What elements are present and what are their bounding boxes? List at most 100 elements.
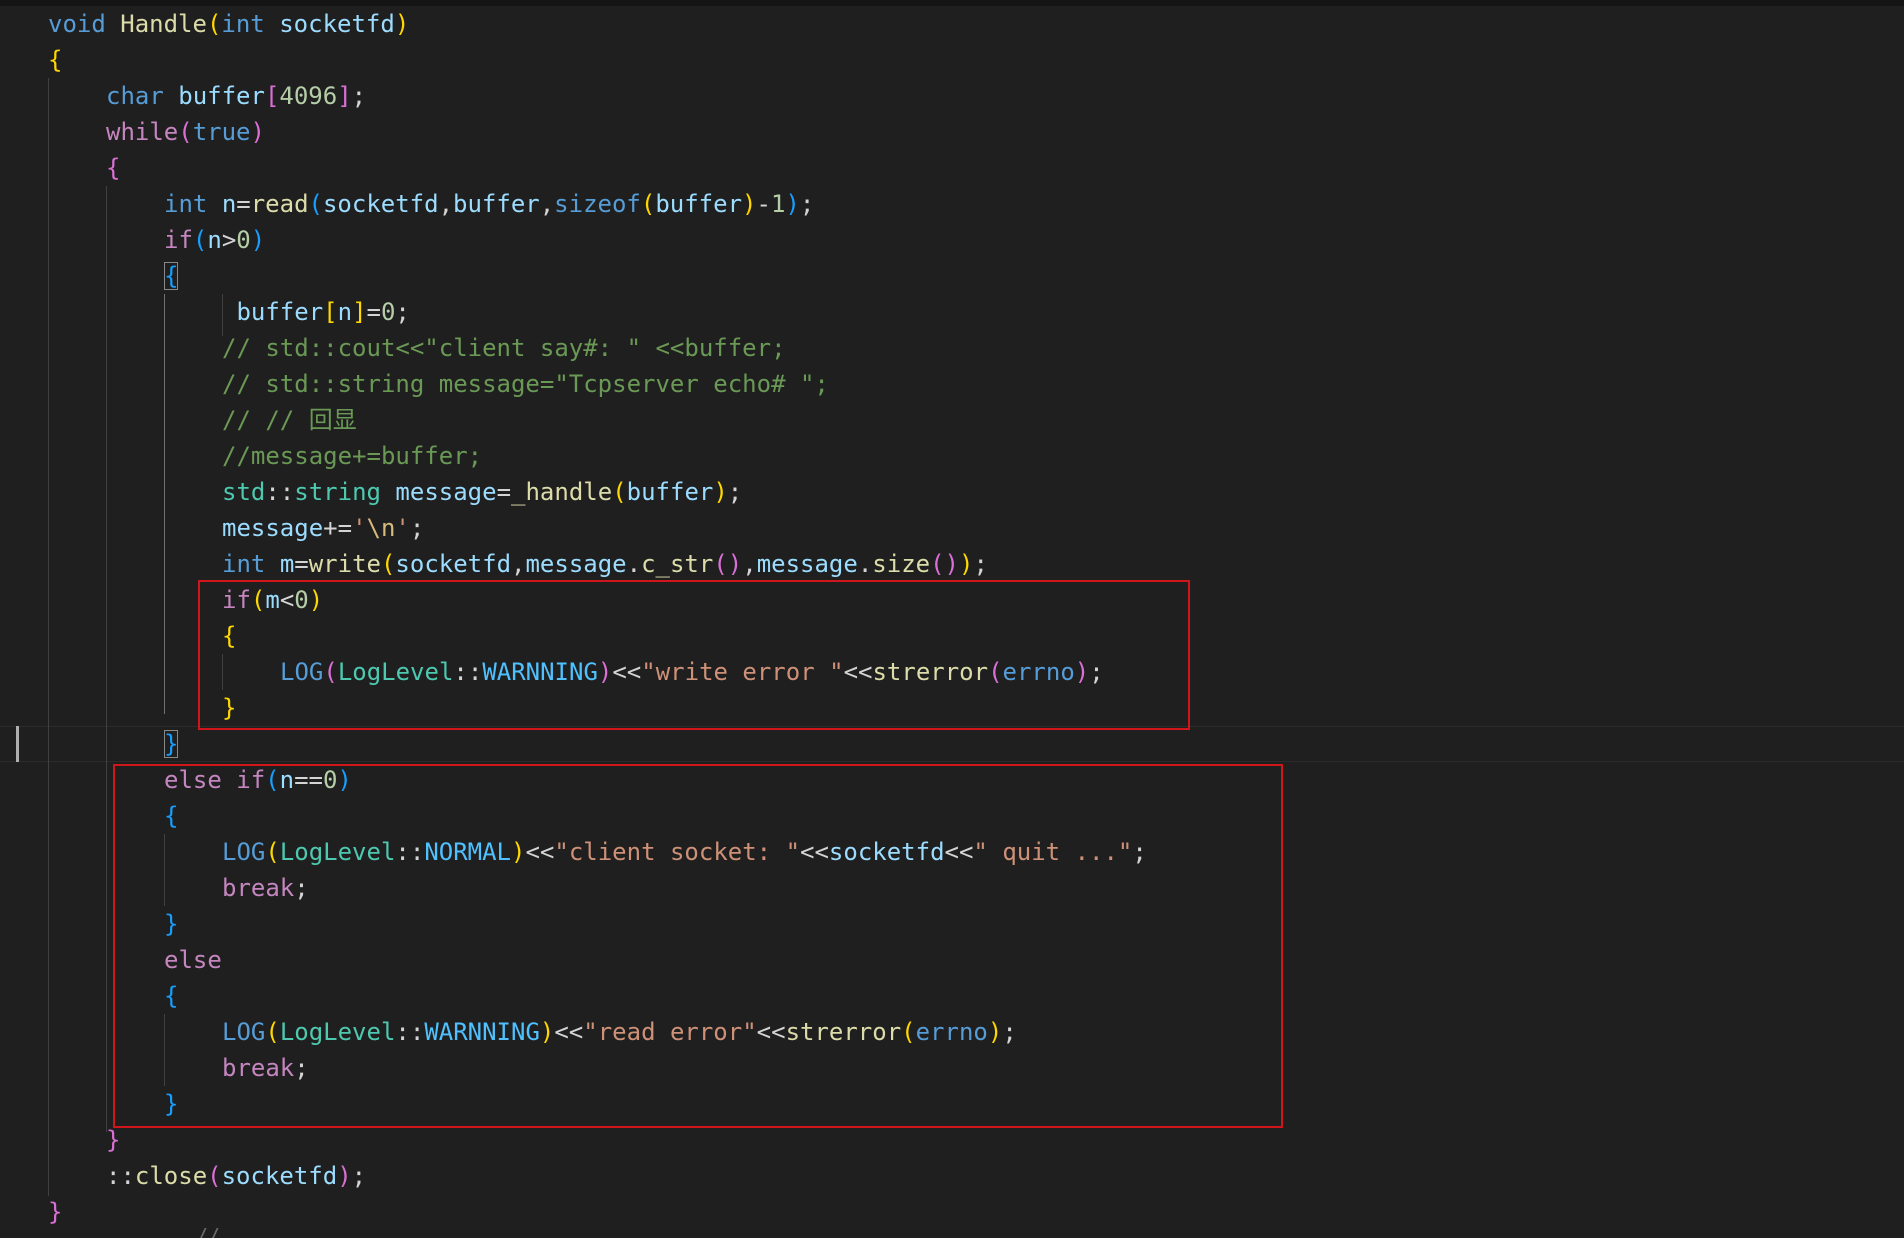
code-token: WARNNING — [482, 658, 598, 686]
code-token: ; — [351, 82, 367, 110]
code-token: LogLevel — [279, 1018, 396, 1046]
code-token: "read error" — [583, 1018, 757, 1046]
partial-next-line: // — [196, 1226, 221, 1238]
code-line[interactable]: char buffer[4096]; — [106, 78, 366, 114]
code-token: WARNNING — [424, 1018, 540, 1046]
code-line[interactable]: LOG(LogLevel::WARNNING)<<"write error "<… — [280, 654, 1104, 690]
code-token: ' — [395, 514, 410, 542]
code-line[interactable]: } — [164, 726, 179, 762]
code-token: , — [539, 190, 555, 218]
code-line[interactable]: std::string message=_handle(buffer); — [222, 474, 742, 510]
code-token: m — [279, 550, 295, 578]
code-token: LOG — [222, 1018, 266, 1046]
code-token: ; — [294, 1054, 309, 1082]
code-token: ; — [1089, 658, 1104, 686]
code-token: Handle — [120, 10, 207, 38]
code-line[interactable]: } — [106, 1122, 120, 1158]
code-line[interactable]: if(n>0) — [164, 222, 265, 258]
code-token: ( — [265, 766, 280, 794]
code-token: :: — [106, 1162, 135, 1190]
code-line[interactable]: } — [164, 1086, 178, 1122]
code-line[interactable]: buffer[n]=0; — [222, 294, 410, 330]
code-token: LOG — [222, 838, 266, 866]
code-token: ( — [323, 658, 338, 686]
code-line[interactable]: { — [222, 618, 236, 654]
code-line[interactable]: // // 回显 — [222, 402, 357, 438]
code-line[interactable]: LOG(LogLevel::WARNNING)<<"read error"<<s… — [222, 1014, 1017, 1050]
code-line[interactable]: else — [164, 942, 222, 978]
code-token: << — [800, 838, 829, 866]
code-line[interactable]: } — [222, 690, 236, 726]
code-editor[interactable]: void Handle(int socketfd){char buffer[40… — [0, 0, 1904, 1238]
code-line[interactable]: { — [164, 258, 179, 294]
code-token: // std::cout<<"client say#: " <<buffer; — [222, 334, 786, 362]
code-token: - — [756, 190, 771, 218]
code-token: buffer — [655, 190, 743, 218]
code-line[interactable]: // std::string message="Tcpserver echo# … — [222, 366, 829, 402]
code-token: << — [756, 1018, 786, 1046]
code-token: n — [337, 298, 353, 326]
code-token: } — [106, 1126, 121, 1154]
code-token: socketfd — [828, 838, 945, 866]
code-token: :: — [265, 478, 295, 506]
code-line[interactable]: { — [164, 798, 178, 834]
code-line[interactable]: void Handle(int socketfd) — [48, 6, 409, 42]
current-line-highlight — [0, 726, 1904, 762]
code-token: = — [294, 550, 309, 578]
code-token: write — [308, 550, 381, 578]
code-line[interactable]: { — [106, 150, 120, 186]
code-token: \n — [366, 514, 396, 542]
code-token: size — [872, 550, 931, 578]
code-token: ' — [352, 514, 367, 542]
code-line[interactable]: int n=read(socketfd,buffer,sizeof(buffer… — [164, 186, 814, 222]
code-line[interactable]: while(true) — [106, 114, 265, 150]
code-token: " quit ..." — [973, 838, 1133, 866]
code-line[interactable]: } — [164, 906, 178, 942]
code-line[interactable]: } — [48, 1194, 62, 1230]
code-line[interactable]: message+='\n'; — [222, 510, 424, 546]
code-token: ) — [959, 550, 974, 578]
code-line[interactable]: if(m<0) — [222, 582, 323, 618]
code-line[interactable]: //message+=buffer; — [222, 438, 482, 474]
code-token: () — [930, 550, 959, 578]
code-line[interactable]: break; — [222, 1050, 309, 1086]
code-token: string — [294, 478, 381, 506]
code-line[interactable]: { — [164, 978, 178, 1014]
code-line[interactable]: LOG(LogLevel::NORMAL)<<"client socket: "… — [222, 834, 1147, 870]
code-token: ; — [294, 874, 309, 902]
code-token: socketfd — [221, 1162, 338, 1190]
code-token: , — [511, 550, 526, 578]
code-line[interactable]: int m=write(socketfd,message.c_str(),mes… — [222, 546, 988, 582]
code-token: = — [236, 190, 251, 218]
code-token: socketfd — [322, 190, 439, 218]
code-token: ( — [640, 190, 656, 218]
code-token: LogLevel — [337, 658, 454, 686]
code-token: ) — [250, 118, 265, 146]
code-token: , — [742, 550, 757, 578]
code-line[interactable]: else if(n==0) — [164, 762, 352, 798]
code-line[interactable]: { — [48, 42, 62, 78]
code-token: sizeof — [554, 190, 641, 218]
code-token: buffer — [453, 190, 540, 218]
code-line[interactable]: // std::cout<<"client say#: " <<buffer; — [222, 330, 786, 366]
code-token: break — [222, 1054, 295, 1082]
code-token: 0 — [322, 766, 338, 794]
code-line[interactable]: ::close(socketfd); — [106, 1158, 366, 1194]
code-token: if — [164, 226, 193, 254]
code-token: ; — [395, 298, 410, 326]
code-token: 0 — [236, 226, 251, 254]
code-token: ) — [394, 10, 410, 38]
code-token: ) — [337, 766, 352, 794]
code-token: int — [164, 190, 208, 218]
code-token: message — [395, 478, 497, 506]
code-line[interactable]: break; — [222, 870, 309, 906]
code-token: ] — [352, 298, 367, 326]
code-token: == — [294, 766, 323, 794]
code-token: } — [164, 730, 179, 758]
code-token: 4096 — [279, 82, 338, 110]
code-token: if — [222, 586, 251, 614]
